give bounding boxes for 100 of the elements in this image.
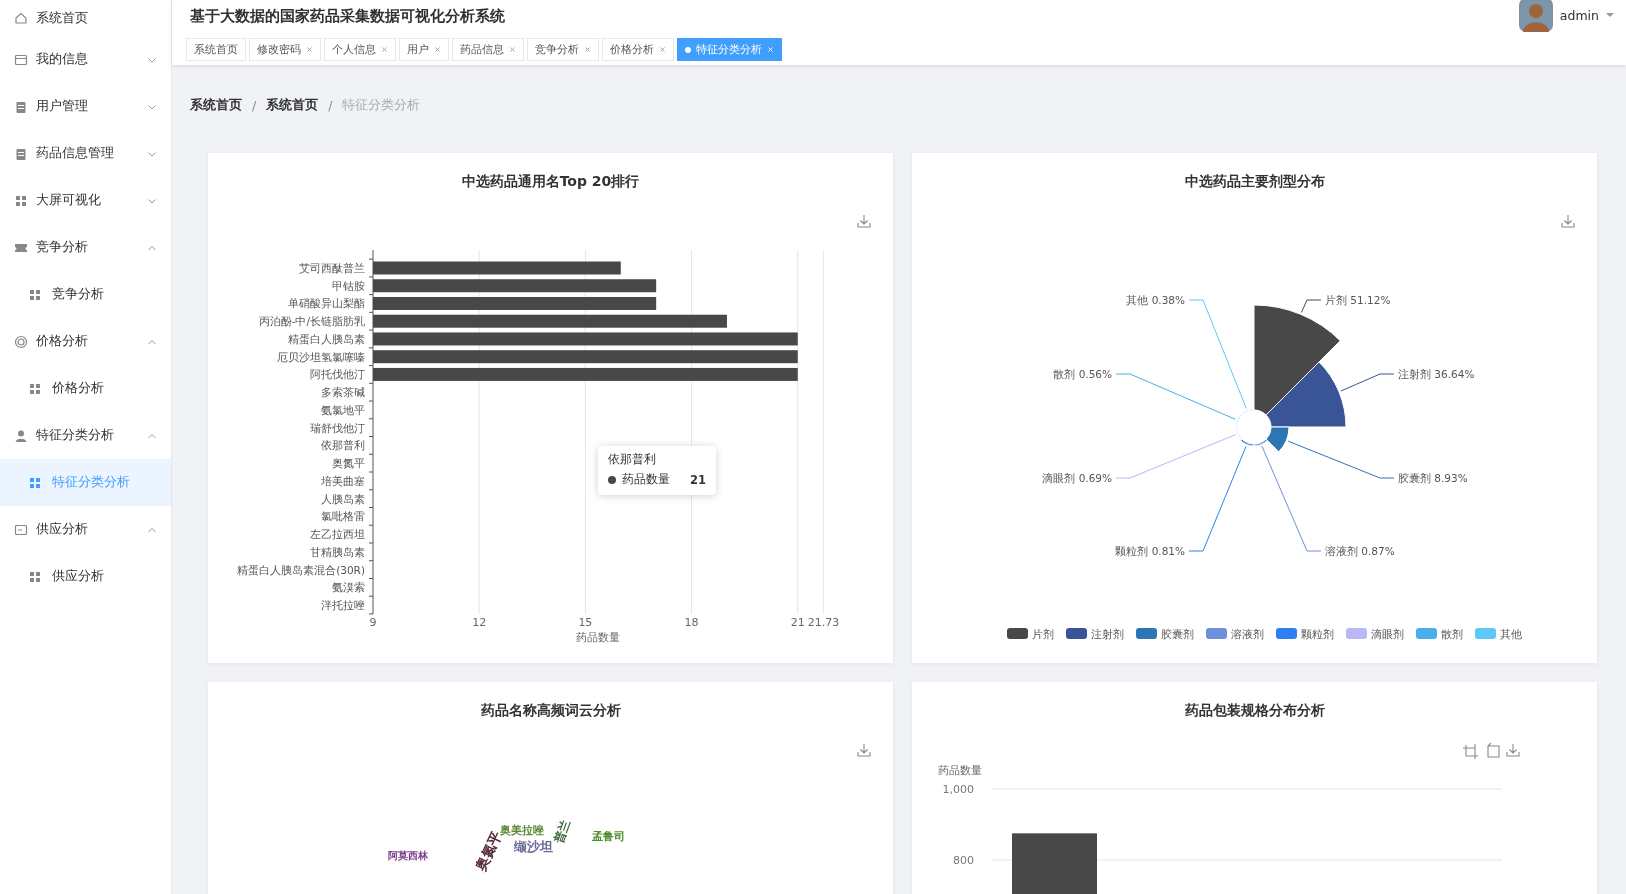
tab[interactable]: 用户: [399, 38, 449, 61]
category-label: 丙泊酚-中/长链脂肪乳: [258, 315, 365, 328]
breadcrumb-link[interactable]: 系统首页: [190, 96, 242, 114]
clipboard-icon: [14, 99, 28, 114]
legend-item[interactable]: 散剂: [1416, 628, 1463, 640]
slice-label: 注射剂 36.64%: [1398, 368, 1475, 380]
category-label: 培美曲塞: [321, 474, 365, 487]
menu-item[interactable]: 特征分类分析: [0, 412, 171, 459]
slice-label: 溶液剂 0.87%: [1325, 545, 1395, 557]
category-label: 甘精胰岛素: [310, 545, 365, 558]
slice-label: 胶囊剂 8.93%: [1398, 472, 1468, 484]
legend-item[interactable]: 其他: [1475, 628, 1522, 640]
category-label: 单硝酸异山梨酯: [288, 297, 365, 310]
breadcrumb-current: 特征分类分析: [342, 96, 421, 114]
tab[interactable]: 价格分析: [602, 38, 674, 61]
legend-label: 滴眼剂: [1371, 628, 1404, 640]
legend-item[interactable]: 注射剂: [1066, 628, 1124, 640]
close-icon: [767, 46, 774, 53]
reset-zoom-icon[interactable]: [1487, 742, 1500, 758]
tick-label: 1,000: [942, 783, 974, 796]
legend-item[interactable]: 片剂: [1007, 628, 1054, 640]
leader-line: [1300, 299, 1322, 313]
category-label: 甲钴胺: [332, 279, 365, 292]
legend-item[interactable]: 滴眼剂: [1346, 628, 1404, 640]
menu-item[interactable]: 用户管理: [0, 83, 171, 130]
menu-item[interactable]: 供应分析: [0, 506, 171, 553]
tab[interactable]: 个人信息: [324, 38, 396, 61]
slice-label: 其他 0.38%: [1126, 294, 1185, 306]
category-label: 氨溴索: [332, 581, 365, 594]
legend-item[interactable]: 胶囊剂: [1136, 628, 1194, 640]
menu-item[interactable]: 我的信息: [0, 36, 171, 83]
breadcrumb-link[interactable]: 系统首页: [266, 96, 319, 114]
close-icon: [584, 46, 591, 53]
legend-label: 片剂: [1032, 628, 1054, 640]
legend-item[interactable]: 溶液剂: [1206, 628, 1264, 640]
person-icon: [14, 428, 28, 443]
clipboard-icon: [14, 146, 28, 161]
category-label: 厄贝沙坦氢氯噻嗪: [277, 350, 365, 363]
legend-item[interactable]: 颗粒剂: [1276, 628, 1334, 640]
chart-title: 中选药品主要剂型分布: [1183, 172, 1326, 191]
download-icon[interactable]: [1561, 214, 1575, 228]
breadcrumb-separator: /: [328, 97, 333, 113]
chart-title: 中选药品通用名Top 20排行: [460, 172, 641, 191]
slice-label: 散剂 0.56%: [1053, 368, 1112, 380]
category-label: 阿托伐他汀: [310, 368, 365, 381]
slice-label: 颗粒剂 0.81%: [1115, 545, 1185, 557]
tab[interactable]: 系统首页: [186, 38, 246, 61]
download-icon[interactable]: [857, 743, 871, 757]
tab[interactable]: 修改密码: [249, 38, 321, 61]
tooltip-title: 依那普利: [608, 452, 657, 467]
tick-label: 9: [369, 616, 377, 629]
menu-item[interactable]: 系统首页: [0, 0, 171, 36]
menu-item[interactable]: 价格分析: [0, 318, 171, 365]
tab[interactable]: 竞争分析: [527, 38, 599, 61]
category-label: 瑞舒伐他汀: [310, 421, 365, 434]
close-icon: [306, 46, 313, 53]
legend-label: 其他: [1500, 628, 1522, 640]
menu-item[interactable]: 竞争分析: [0, 224, 171, 271]
leader-line: [1340, 373, 1395, 392]
tick-label: 21: [790, 616, 805, 629]
legend-label: 注射剂: [1091, 628, 1124, 640]
card-icon: [14, 52, 28, 67]
category-label: 氯吡格雷: [321, 510, 365, 523]
grid-icon: [28, 381, 42, 396]
cloud-word: 孟鲁司: [592, 830, 625, 843]
tick-label: 15: [578, 616, 593, 629]
close-icon: [659, 46, 666, 53]
axis-title: 药品数量: [576, 631, 621, 643]
menu-item[interactable]: 药品信息管理: [0, 130, 171, 177]
chart-title: 药品包装规格分布分析: [1183, 701, 1326, 720]
category-label: 氨氯地平: [321, 403, 365, 416]
legend-label: 胶囊剂: [1161, 628, 1194, 640]
submenu-item[interactable]: 价格分析: [0, 365, 171, 412]
tick-label: 21.73: [807, 616, 840, 629]
tick-label: 18: [684, 616, 699, 629]
home-icon: [14, 11, 28, 25]
download-icon[interactable]: [857, 214, 871, 228]
category-label: 艾司西酞普兰: [299, 262, 365, 274]
submenu-item[interactable]: 竞争分析: [0, 271, 171, 318]
window-icon: [14, 522, 28, 537]
caret-icon: [1606, 12, 1614, 18]
cloud-word: 缬沙坦: [514, 839, 553, 854]
breadcrumb-separator: /: [252, 97, 257, 113]
legend-label: 颗粒剂: [1301, 628, 1334, 640]
grid-icon: [14, 193, 28, 208]
dot-icon: [685, 46, 691, 53]
app-title: 基于大数据的国家药品采集数据可视化分析系统: [190, 6, 505, 26]
submenu-item[interactable]: 供应分析: [0, 553, 171, 600]
tick-label: 12: [472, 616, 487, 629]
download-icon[interactable]: [1506, 743, 1520, 757]
legend-label: 溶液剂: [1231, 628, 1264, 640]
cloud-word: 阿莫西林: [388, 850, 428, 861]
close-icon: [381, 46, 388, 53]
menu-item[interactable]: 大屏可视化: [0, 177, 171, 224]
cloud-word: 奥美拉唑: [500, 824, 544, 837]
tab[interactable]: 药品信息: [452, 38, 524, 61]
close-icon: [434, 46, 441, 53]
tick-label: 800: [953, 853, 974, 867]
zoom-icon[interactable]: [1462, 743, 1479, 760]
user-name[interactable]: admin: [1559, 7, 1599, 23]
